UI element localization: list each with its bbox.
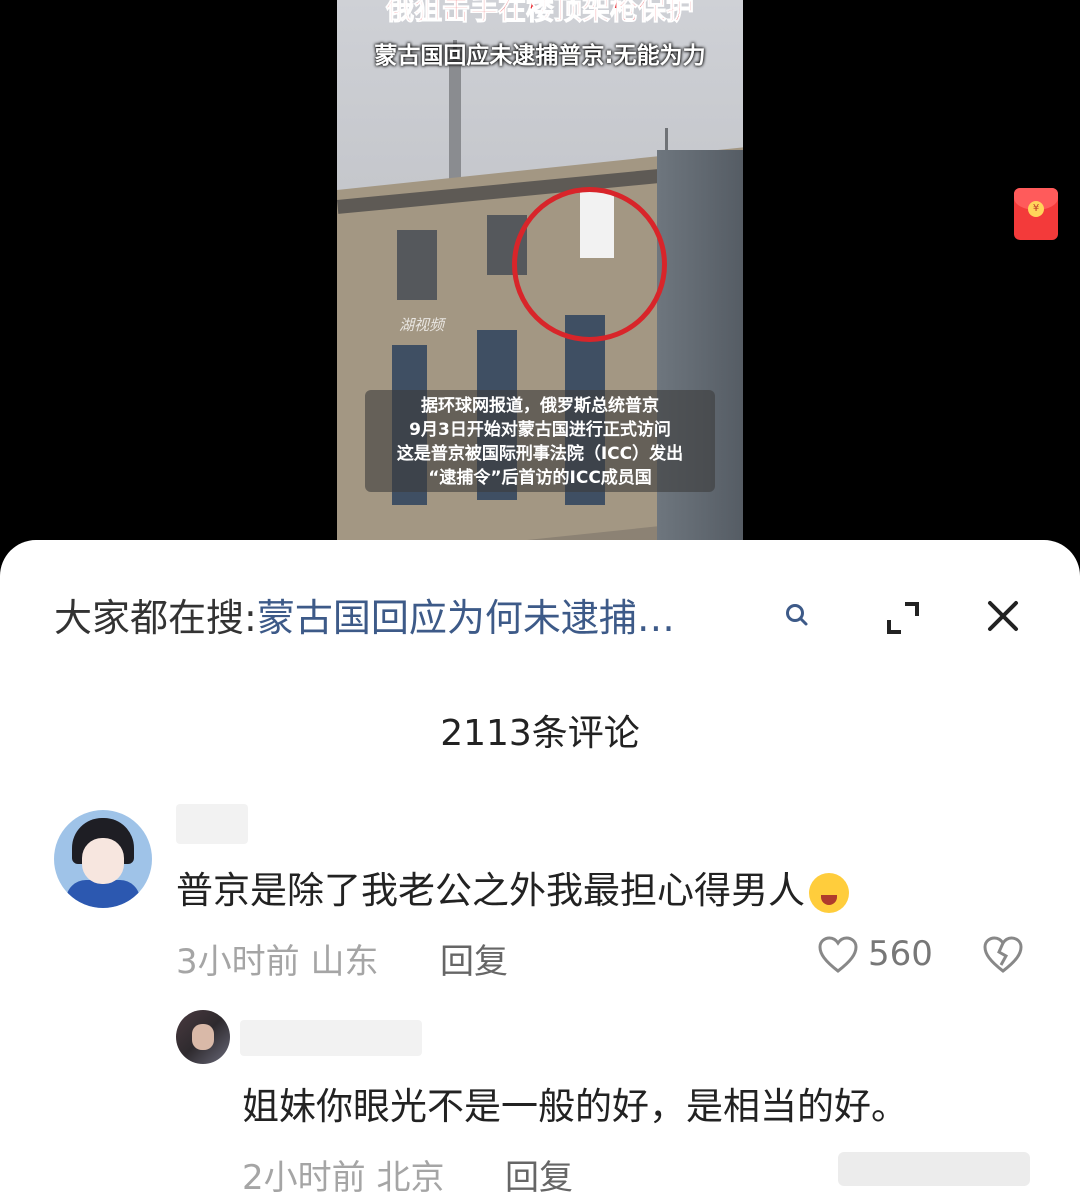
- like-count: 560: [868, 934, 933, 974]
- trending-search-bar[interactable]: 大家都在搜:蒙古国回应为何未逮捕…: [54, 598, 774, 638]
- comment-count-heading: 2113条评论: [440, 713, 640, 754]
- comment-body: 普京是除了我老公之外我最担心得男人: [176, 869, 805, 912]
- like-actions-redacted: [838, 1152, 1030, 1186]
- comment-text: 姐妹你眼光不是一般的好，是相当的好。: [242, 1085, 908, 1128]
- comment-meta: 2小时前 北京: [242, 1150, 444, 1199]
- caption-line: “逮捕令”后首访的ICC成员国: [428, 468, 652, 488]
- comment-location: 北京: [376, 1158, 445, 1198]
- avatar[interactable]: [176, 1010, 230, 1064]
- comment-sheet: 大家都在搜:蒙古国回应为何未逮捕… 2113条评论 普京是除了我老公之外我最担心…: [0, 540, 1080, 1200]
- expand-icon[interactable]: [885, 600, 921, 636]
- username-redacted[interactable]: [176, 804, 248, 844]
- trending-search-query[interactable]: 蒙古国回应为何未逮捕…: [257, 596, 675, 640]
- video-subtitle: 蒙古国回应未逮捕普京:无能为力: [374, 43, 706, 69]
- broken-heart-icon[interactable]: [982, 935, 1024, 975]
- close-icon[interactable]: [985, 598, 1021, 634]
- red-packet-icon[interactable]: ¥: [1014, 188, 1058, 240]
- video-glass-facade: [657, 150, 743, 560]
- video-frame[interactable]: 俄狙击手在楼顶架枪保护 蒙古国回应未逮捕普京:无能为力 湖视频 据环球网报道，俄…: [337, 0, 743, 560]
- reply-button[interactable]: 回复: [440, 934, 508, 983]
- video-caption: 据环球网报道，俄罗斯总统普京 9月3日开始对蒙古国进行正式访问 这是普京被国际刑…: [365, 390, 715, 492]
- search-icon[interactable]: [784, 602, 810, 628]
- highlight-circle: [512, 187, 667, 342]
- username-redacted[interactable]: [240, 1020, 422, 1056]
- caption-line: 据环球网报道，俄罗斯总统普京: [421, 396, 659, 416]
- reply-button[interactable]: 回复: [505, 1150, 573, 1199]
- video-window: [397, 230, 437, 300]
- comment-location: 山东: [310, 942, 379, 982]
- avatar[interactable]: [54, 810, 152, 908]
- heart-icon[interactable]: [817, 935, 859, 975]
- laughing-crying-emoji-icon: [809, 872, 849, 913]
- video-title: 俄狙击手在楼顶架枪保护: [385, 0, 694, 27]
- video-player[interactable]: 俄狙击手在楼顶架枪保护 蒙古国回应未逮捕普京:无能为力 湖视频 据环球网报道，俄…: [0, 0, 1080, 560]
- comment-time: 2小时前: [242, 1158, 366, 1198]
- video-watermark: 湖视频: [399, 316, 445, 334]
- caption-line: 9月3日开始对蒙古国进行正式访问: [409, 420, 671, 440]
- comment-meta: 3小时前 山东: [176, 934, 378, 983]
- red-packet-coin: ¥: [1028, 201, 1044, 217]
- comment-time: 3小时前: [176, 942, 300, 982]
- comment-text: 普京是除了我老公之外我最担心得男人: [176, 860, 849, 914]
- trending-search-label: 大家都在搜:: [54, 596, 257, 640]
- caption-line: 这是普京被国际刑事法院（ICC）发出: [396, 444, 684, 464]
